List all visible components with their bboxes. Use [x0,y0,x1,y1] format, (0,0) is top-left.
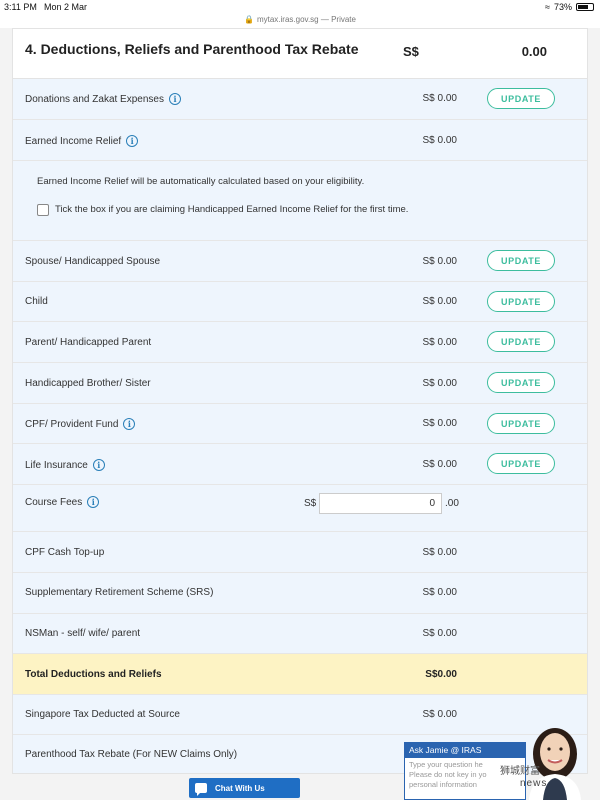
child-amount: S$ 0.00 [422,296,457,307]
course-fees-label: Course Fees [25,496,83,508]
info-icon[interactable]: i [123,418,136,430]
row-srs: Supplementary Retirement Scheme (SRS) S$… [13,573,587,614]
info-icon[interactable]: i [87,496,100,508]
earned-income-note-block: Earned Income Relief will be automatical… [13,161,587,241]
total-deductions-label: Total Deductions and Reliefs [25,669,162,680]
row-cpf: CPF/ Provident Fund i S$ 0.00 UPDATE [13,404,587,444]
info-icon[interactable]: i [92,459,105,471]
donations-label: Donations and Zakat Expenses [25,93,164,105]
course-fees-currency: S$ [304,498,317,509]
status-bar: 3:11 PM Mon 2 Mar 🔒 mytax.iras.gov.sg — P… [0,0,600,28]
battery-percent: 73% [553,2,572,12]
earned-income-label: Earned Income Relief [25,135,122,147]
parent-update-button[interactable]: UPDATE [487,331,555,352]
wifi-icon: ≈ [545,2,550,12]
life-insurance-update-button[interactable]: UPDATE [487,453,555,474]
watermark-top: 新加坡眼 [548,16,588,27]
cpf-update-button[interactable]: UPDATE [487,413,555,434]
section-header: 4. Deductions, Reliefs and Parenthood Ta… [13,29,587,79]
section-title: 4. Deductions, Reliefs and Parenthood Ta… [25,41,359,57]
battery-icon [576,3,594,11]
srs-label: Supplementary Retirement Scheme (SRS) [25,587,214,598]
sibling-update-button[interactable]: UPDATE [487,372,555,393]
cpf-amount: S$ 0.00 [422,418,457,429]
row-parent: Parent/ Handicapped Parent S$ 0.00 UPDAT… [13,322,587,363]
spouse-update-button[interactable]: UPDATE [487,250,555,271]
chat-bubble-icon [195,783,207,796]
lock-icon: 🔒 [244,15,254,24]
chat-label: Chat With Us [215,783,265,793]
sibling-amount: S$ 0.00 [422,378,457,389]
watermark-bottom: 狮城财富 [500,766,540,777]
donations-amount: S$ 0.00 [422,93,457,104]
row-child: Child S$ 0.00 UPDATE [13,282,587,322]
earned-income-amount: S$ 0.00 [422,135,457,146]
earned-income-note: Earned Income Relief will be automatical… [37,176,365,187]
checkbox-label: Tick the box if you are claiming Handica… [55,204,409,215]
cpf-topup-label: CPF Cash Top-up [25,547,105,558]
url-text: mytax.iras.gov.sg [256,15,319,24]
total-deductions-amount: S$0.00 [425,669,457,680]
row-spouse: Spouse/ Handicapped Spouse S$ 0.00 UPDAT… [13,241,587,282]
info-icon[interactable]: i [168,93,181,105]
row-nsman: NSMan - self/ wife/ parent S$ 0.00 [13,614,587,654]
row-donations: Donations and Zakat Expenses i S$ 0.00 U… [13,79,587,120]
life-insurance-label: Life Insurance [25,459,88,471]
row-earned-income: Earned Income Relief i S$ 0.00 [13,120,587,161]
ask-jamie-title: Ask Jamie @ IRAS [405,743,525,758]
ask-jamie-placeholder: personal information [409,780,477,789]
nsman-label: NSMan - self/ wife/ parent [25,628,141,639]
tax-at-source-amount: S$ 0.00 [422,709,457,720]
srs-amount: S$ 0.00 [422,587,457,598]
parent-label: Parent/ Handicapped Parent [25,337,152,348]
parenthood-label: Parenthood Tax Rebate (For NEW Claims On… [25,749,238,760]
status-time: 3:11 PM [4,2,37,12]
row-cpf-cash-topup: CPF Cash Top-up S$ 0.00 [13,532,587,573]
section-currency: S$ [403,44,419,59]
address-bar[interactable]: 🔒 mytax.iras.gov.sg — Private [0,15,600,24]
chat-with-us-button[interactable]: Chat With Us [189,778,300,798]
child-label: Child [25,296,48,307]
cpf-topup-amount: S$ 0.00 [422,547,457,558]
row-tax-at-source: Singapore Tax Deducted at Source S$ 0.00 [13,695,587,735]
cpf-label: CPF/ Provident Fund [25,418,119,430]
row-total-deductions: Total Deductions and Reliefs S$0.00 [13,654,587,695]
url-suffix: — Private [320,15,356,24]
sibling-label: Handicapped Brother/ Sister [25,378,151,389]
info-icon[interactable]: i [126,135,139,147]
status-date: Mon 2 Mar [44,2,88,12]
course-fees-suffix: .00 [445,498,459,509]
life-insurance-amount: S$ 0.00 [422,459,457,470]
child-update-button[interactable]: UPDATE [487,291,555,312]
spouse-label: Spouse/ Handicapped Spouse [25,256,161,267]
tax-at-source-label: Singapore Tax Deducted at Source [25,709,180,720]
spouse-amount: S$ 0.00 [422,256,457,267]
row-course-fees: Course Fees i S$ .00 [13,485,587,532]
status-right: ≈ 73% [545,2,594,12]
parent-amount: S$ 0.00 [422,337,457,348]
deductions-card: 4. Deductions, Reliefs and Parenthood Ta… [12,28,588,774]
nsman-amount: S$ 0.00 [422,628,457,639]
row-life-insurance: Life Insurance i S$ 0.00 UPDATE [13,444,587,485]
handicapped-earned-income-checkbox[interactable] [37,204,49,216]
row-sibling: Handicapped Brother/ Sister S$ 0.00 UPDA… [13,363,587,404]
donations-update-button[interactable]: UPDATE [487,88,555,109]
watermark-bottom-news: news [520,778,548,789]
section-total: 0.00 [521,44,547,59]
course-fees-input[interactable] [319,493,442,514]
